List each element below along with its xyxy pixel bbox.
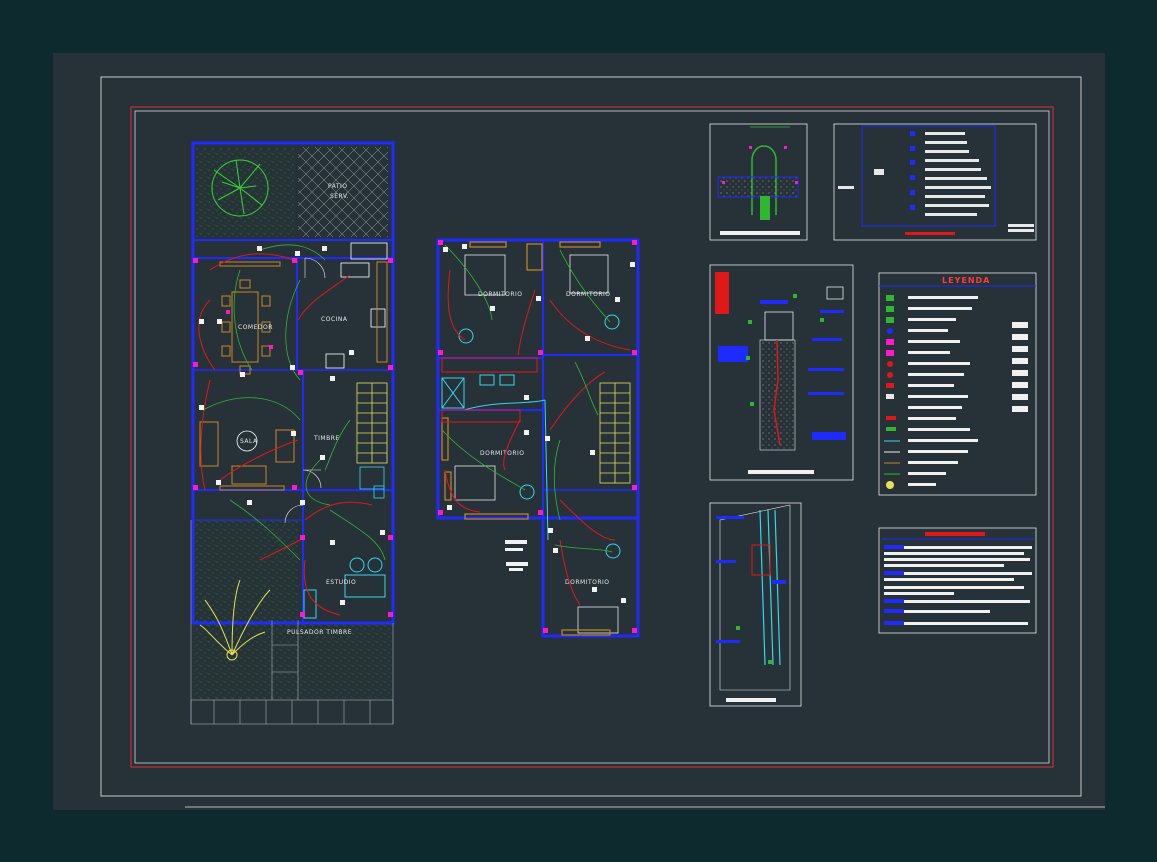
room-label-timbre: TIMBRE <box>313 435 340 442</box>
unifilar-caption <box>905 232 955 235</box>
soil-band <box>717 176 799 198</box>
patio-hatched <box>298 147 388 237</box>
room-label-estudio: ESTUDIO <box>326 579 356 586</box>
electrode-red <box>715 272 729 314</box>
room-label-pulsador: PULSADOR TIMBRE <box>287 629 352 636</box>
cad-drawing-canvas[interactable]: PATIO SERV. COMEDOR COCINA SALA TIMBRE E… <box>0 0 1157 862</box>
legend-title: LEYENDA <box>942 276 990 285</box>
room-label-dormitorio-4: DORMITORIO <box>565 579 610 586</box>
room-label-comedor: COMEDOR <box>238 324 273 331</box>
room-label-patio2: SERV. <box>330 193 349 200</box>
room-label-sala: SALA <box>240 438 258 445</box>
room-label-dormitorio-2: DORMITORIO <box>566 291 611 298</box>
detail-caption <box>726 698 776 702</box>
rod <box>760 196 770 220</box>
detail-caption <box>720 231 800 235</box>
front-garden <box>193 520 298 700</box>
room-label-patio: PATIO <box>328 183 348 190</box>
detail-caption <box>748 470 814 474</box>
room-label-dormitorio-3: DORMITORIO <box>480 450 525 457</box>
room-label-cocina: COCINA <box>321 316 348 323</box>
notes-title <box>925 532 985 536</box>
